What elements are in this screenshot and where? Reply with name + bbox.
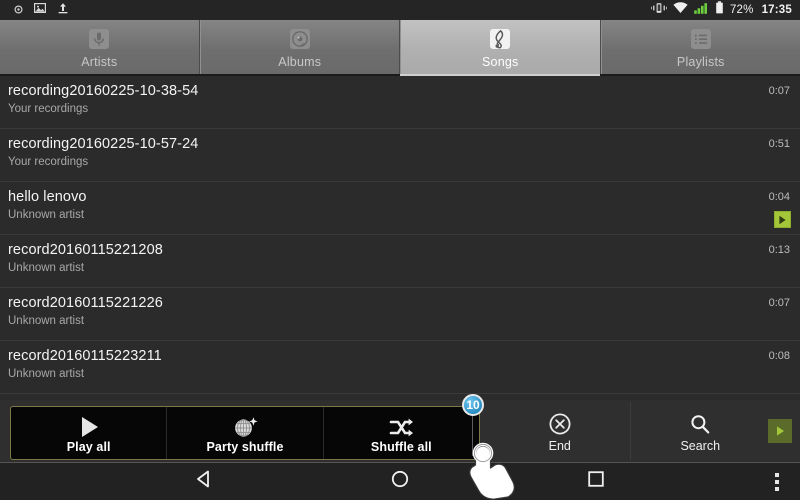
song-subtitle: Unknown artist	[8, 368, 85, 380]
song-duration: 0:04	[768, 191, 790, 203]
song-list-item[interactable]: record20160115221226 Unknown artist 0:07	[0, 288, 800, 341]
tab-label-songs: Songs	[482, 55, 519, 69]
end-label: End	[548, 438, 571, 453]
song-title: recording20160225-10-38-54	[8, 83, 199, 99]
now-playing-indicator	[774, 211, 791, 228]
song-duration: 0:07	[768, 85, 790, 97]
song-subtitle: Unknown artist	[8, 315, 85, 327]
tab-songs[interactable]: Songs	[400, 20, 601, 76]
now-playing-play-button[interactable]	[768, 419, 792, 443]
song-subtitle: Unknown artist	[8, 209, 85, 221]
song-subtitle: Your recordings	[8, 103, 89, 115]
play-icon	[776, 426, 784, 436]
disco-ball-icon	[230, 413, 260, 441]
song-title: record20160115221226	[8, 295, 163, 311]
tab-label-playlists: Playlists	[676, 55, 725, 69]
tap-marker-badge: 10	[462, 394, 484, 416]
search-label: Search	[680, 438, 721, 453]
party-shuffle-button[interactable]: Party shuffle	[167, 407, 324, 459]
dot-icon	[14, 1, 23, 19]
song-list-item[interactable]: hello lenovo Unknown artist 0:04	[0, 182, 800, 235]
party-shuffle-label: Party shuffle	[206, 439, 284, 454]
home-circle-icon	[389, 468, 411, 495]
song-duration: 0:51	[768, 138, 790, 150]
overflow-dot	[775, 480, 779, 484]
battery-percentage: 72%	[729, 4, 754, 16]
treble-clef-icon	[487, 26, 513, 52]
device-screen: 72% 17:35 Artists Albums Songs Playlists…	[0, 0, 800, 500]
vibrate-icon	[651, 1, 667, 19]
overflow-dots-icon[interactable]	[768, 472, 786, 492]
tab-bar: Artists Albums Songs Playlists	[0, 20, 800, 76]
song-list-item[interactable]: record20160115223211 Unknown artist 0:08	[0, 341, 800, 394]
song-list-item[interactable]: recording20160225-10-57-24 Your recordin…	[0, 129, 800, 182]
back-triangle-icon	[193, 468, 215, 495]
shuffle-all-button[interactable]: Shuffle all	[324, 407, 479, 459]
song-title: record20160115223211	[8, 348, 162, 364]
status-bar-notifications	[14, 1, 69, 19]
playback-options-popup: Play all Party shuffle Shuffle all	[10, 406, 480, 460]
wifi-icon	[673, 1, 688, 19]
tab-label-albums: Albums	[278, 55, 322, 69]
song-list-item[interactable]: recording20160225-10-38-54 Your recordin…	[0, 76, 800, 129]
play-all-button[interactable]: Play all	[11, 407, 168, 459]
close-circle-icon	[548, 410, 572, 438]
playlist-icon	[688, 26, 714, 52]
song-subtitle: Your recordings	[8, 156, 89, 168]
tab-playlists[interactable]: Playlists	[600, 20, 800, 76]
overflow-dot	[775, 473, 779, 477]
song-duration: 0:13	[768, 244, 790, 256]
shuffle-all-label: Shuffle all	[370, 439, 432, 454]
image-icon	[34, 1, 47, 19]
song-duration: 0:08	[768, 350, 790, 362]
overflow-dot	[775, 487, 779, 491]
song-title: recording20160225-10-57-24	[8, 136, 199, 152]
battery-icon	[715, 1, 724, 19]
play-icon	[74, 413, 104, 441]
song-title: hello lenovo	[8, 189, 87, 205]
end-button[interactable]: End	[490, 402, 631, 460]
nav-back-button[interactable]	[186, 464, 222, 500]
shuffle-icon	[386, 413, 416, 441]
song-title: record20160115221208	[8, 242, 163, 258]
play-all-label: Play all	[66, 439, 111, 454]
bar-actions: End Search	[490, 402, 770, 460]
song-list[interactable]: recording20160225-10-38-54 Your recordin…	[0, 76, 800, 400]
song-list-item[interactable]: record20160115221208 Unknown artist 0:13	[0, 235, 800, 288]
search-icon	[688, 410, 712, 438]
status-bar-system-icons: 72% 17:35	[651, 1, 792, 19]
microphone-icon	[86, 26, 112, 52]
search-button[interactable]: Search	[631, 402, 771, 460]
android-nav-bar	[0, 462, 800, 500]
album-disc-icon	[287, 26, 313, 52]
status-bar: 72% 17:35	[0, 0, 800, 20]
signal-bars-icon	[694, 1, 709, 19]
tab-artists[interactable]: Artists	[0, 20, 200, 76]
play-icon	[779, 215, 786, 224]
tab-label-artists: Artists	[81, 55, 118, 69]
song-duration: 0:07	[768, 297, 790, 309]
recents-square-icon	[585, 468, 607, 495]
status-bar-clock: 17:35	[761, 4, 792, 16]
upload-icon	[57, 1, 69, 19]
nav-home-button[interactable]	[382, 464, 418, 500]
song-subtitle: Unknown artist	[8, 262, 85, 274]
nav-recents-button[interactable]	[578, 464, 614, 500]
tab-albums[interactable]: Albums	[199, 20, 400, 76]
tap-marker-stem	[472, 414, 473, 456]
